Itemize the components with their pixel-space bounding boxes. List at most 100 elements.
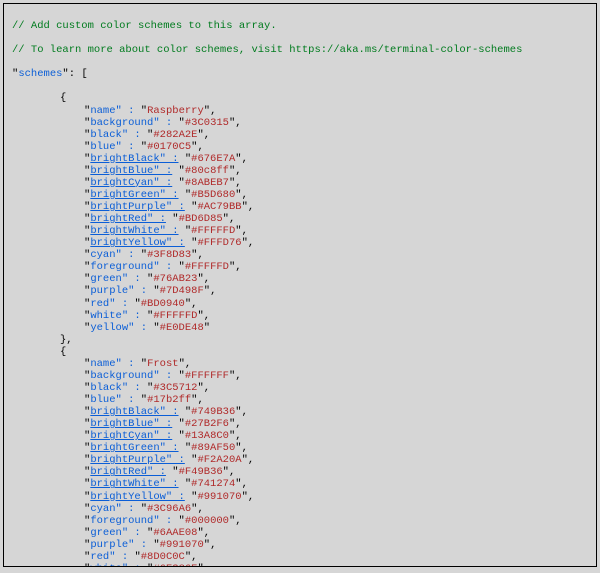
- json-property: "brightGreen" : "#89AF50",: [12, 442, 590, 454]
- json-key: brightBlue" :: [90, 165, 172, 177]
- key-tail: " :: [109, 298, 128, 310]
- key-tail: " :: [116, 105, 135, 117]
- json-property: "brightPurple" : "#AC79BB",: [12, 201, 590, 213]
- key-tail: " :: [122, 563, 141, 567]
- json-value: #FFFD76: [197, 237, 241, 249]
- json-value: #BD0940: [141, 298, 185, 310]
- json-value: #BD6D85: [179, 213, 223, 225]
- json-value: #991070: [160, 539, 204, 551]
- key-tail: " :: [116, 358, 135, 370]
- json-property: "white" : "#6E386E",: [12, 563, 590, 567]
- json-property: "foreground" : "#000000",: [12, 515, 590, 527]
- json-property: "white" : "#FFFFFD",: [12, 310, 590, 322]
- key-tail: " :: [153, 370, 172, 382]
- json-value: #0170C5: [147, 141, 191, 153]
- json-property: "cyan" : "#3C96A6",: [12, 503, 590, 515]
- json-key: black: [90, 382, 122, 394]
- json-value: #676E7A: [191, 153, 235, 165]
- json-key: purple: [90, 285, 128, 297]
- key-tail: " :: [116, 141, 135, 153]
- json-property: "brightBlack" : "#676E7A",: [12, 153, 590, 165]
- json-key: foreground: [90, 261, 153, 273]
- json-property: "foreground" : "#FFFFFD",: [12, 261, 590, 273]
- json-key: brightYellow" :: [90, 237, 185, 249]
- json-value: #7D498F: [160, 285, 204, 297]
- comment-line: // Add custom color schemes to this arra…: [12, 20, 277, 32]
- schemes-array: {"name" : "Raspberry","background" : "#3…: [12, 92, 590, 567]
- json-value: Frost: [147, 358, 179, 370]
- json-key: brightGreen" :: [90, 442, 178, 454]
- key-tail: " :: [116, 249, 135, 261]
- json-value: #3C5712: [153, 382, 197, 394]
- json-property: "brightGreen" : "#B5D680",: [12, 189, 590, 201]
- key-tail: " :: [116, 394, 135, 406]
- json-value: #13A8C0: [185, 430, 229, 442]
- json-key: name: [90, 105, 115, 117]
- json-key: background: [90, 117, 153, 129]
- json-value: Raspberry: [147, 105, 204, 117]
- json-value: #F49B36: [179, 466, 223, 478]
- json-key: black: [90, 129, 122, 141]
- json-key: green: [90, 527, 122, 539]
- json-value: #282A2E: [153, 129, 197, 141]
- json-value: #3C0315: [185, 117, 229, 129]
- json-value: #E0DE48: [160, 322, 204, 334]
- json-value: #3C96A6: [147, 503, 191, 515]
- json-key: foreground: [90, 515, 153, 527]
- json-value: #17b2ff: [147, 394, 191, 406]
- json-property: "brightWhite" : "#741274",: [12, 478, 590, 490]
- json-key: purple: [90, 539, 128, 551]
- key-tail: " :: [109, 551, 128, 563]
- json-value: #FFFFFF: [185, 370, 229, 382]
- json-property: "red" : "#8D0C0C",: [12, 551, 590, 563]
- json-property: "purple" : "#7D498F",: [12, 285, 590, 297]
- json-property: "brightPurple" : "#F2A20A",: [12, 454, 590, 466]
- json-property: "name" : "Raspberry",: [12, 105, 590, 117]
- key-tail: " :: [122, 527, 141, 539]
- json-key: red: [90, 298, 109, 310]
- json-value: #FFFFFD: [185, 261, 229, 273]
- json-property: "green" : "#6AAE08",: [12, 527, 590, 539]
- key-tail: " :: [122, 382, 141, 394]
- json-value: #FFFFFD: [153, 310, 197, 322]
- json-key: white: [90, 563, 122, 567]
- object-open: {: [12, 346, 590, 358]
- key-tail: " :: [128, 285, 147, 297]
- json-property: "brightCyan" : "#13A8C0",: [12, 430, 590, 442]
- json-key: brightPurple" :: [90, 454, 185, 466]
- json-key: background: [90, 370, 153, 382]
- json-value: #3F8D83: [147, 249, 191, 261]
- json-key: name: [90, 358, 115, 370]
- json-key: brightPurple" :: [90, 201, 185, 213]
- json-key: white: [90, 310, 122, 322]
- json-key: brightBlue" :: [90, 418, 172, 430]
- json-value: #B5D680: [191, 189, 235, 201]
- json-key: blue: [90, 141, 115, 153]
- json-property: "red" : "#BD0940",: [12, 298, 590, 310]
- json-property: "green" : "#76AB23",: [12, 273, 590, 285]
- json-value: #FFFFFD: [191, 225, 235, 237]
- json-property: "brightBlue" : "#27B2F6",: [12, 418, 590, 430]
- json-property: "brightBlue" : "#80c8ff",: [12, 165, 590, 177]
- json-property: "black" : "#3C5712",: [12, 382, 590, 394]
- json-property: "brightRed" : "#F49B36",: [12, 466, 590, 478]
- json-key: red: [90, 551, 109, 563]
- json-property: "brightYellow" : "#FFFD76",: [12, 237, 590, 249]
- json-key: brightGreen" :: [90, 189, 178, 201]
- json-value: #76AB23: [153, 273, 197, 285]
- json-key: blue: [90, 394, 115, 406]
- json-value: #991070: [197, 491, 241, 503]
- key-tail: " :: [122, 129, 141, 141]
- json-value: #6E386E: [153, 563, 197, 567]
- json-key: brightRed" :: [90, 466, 166, 478]
- json-value: #6AAE08: [153, 527, 197, 539]
- key-tail: " :: [116, 503, 135, 515]
- json-key: brightYellow" :: [90, 491, 185, 503]
- json-property: "blue" : "#17b2ff",: [12, 394, 590, 406]
- json-property: "cyan" : "#3F8D83",: [12, 249, 590, 261]
- json-value: #749B36: [191, 406, 235, 418]
- json-property: "yellow" : "#E0DE48": [12, 322, 590, 334]
- json-property: "name" : "Frost",: [12, 358, 590, 370]
- json-value: #F2A20A: [197, 454, 241, 466]
- json-key: brightRed" :: [90, 213, 166, 225]
